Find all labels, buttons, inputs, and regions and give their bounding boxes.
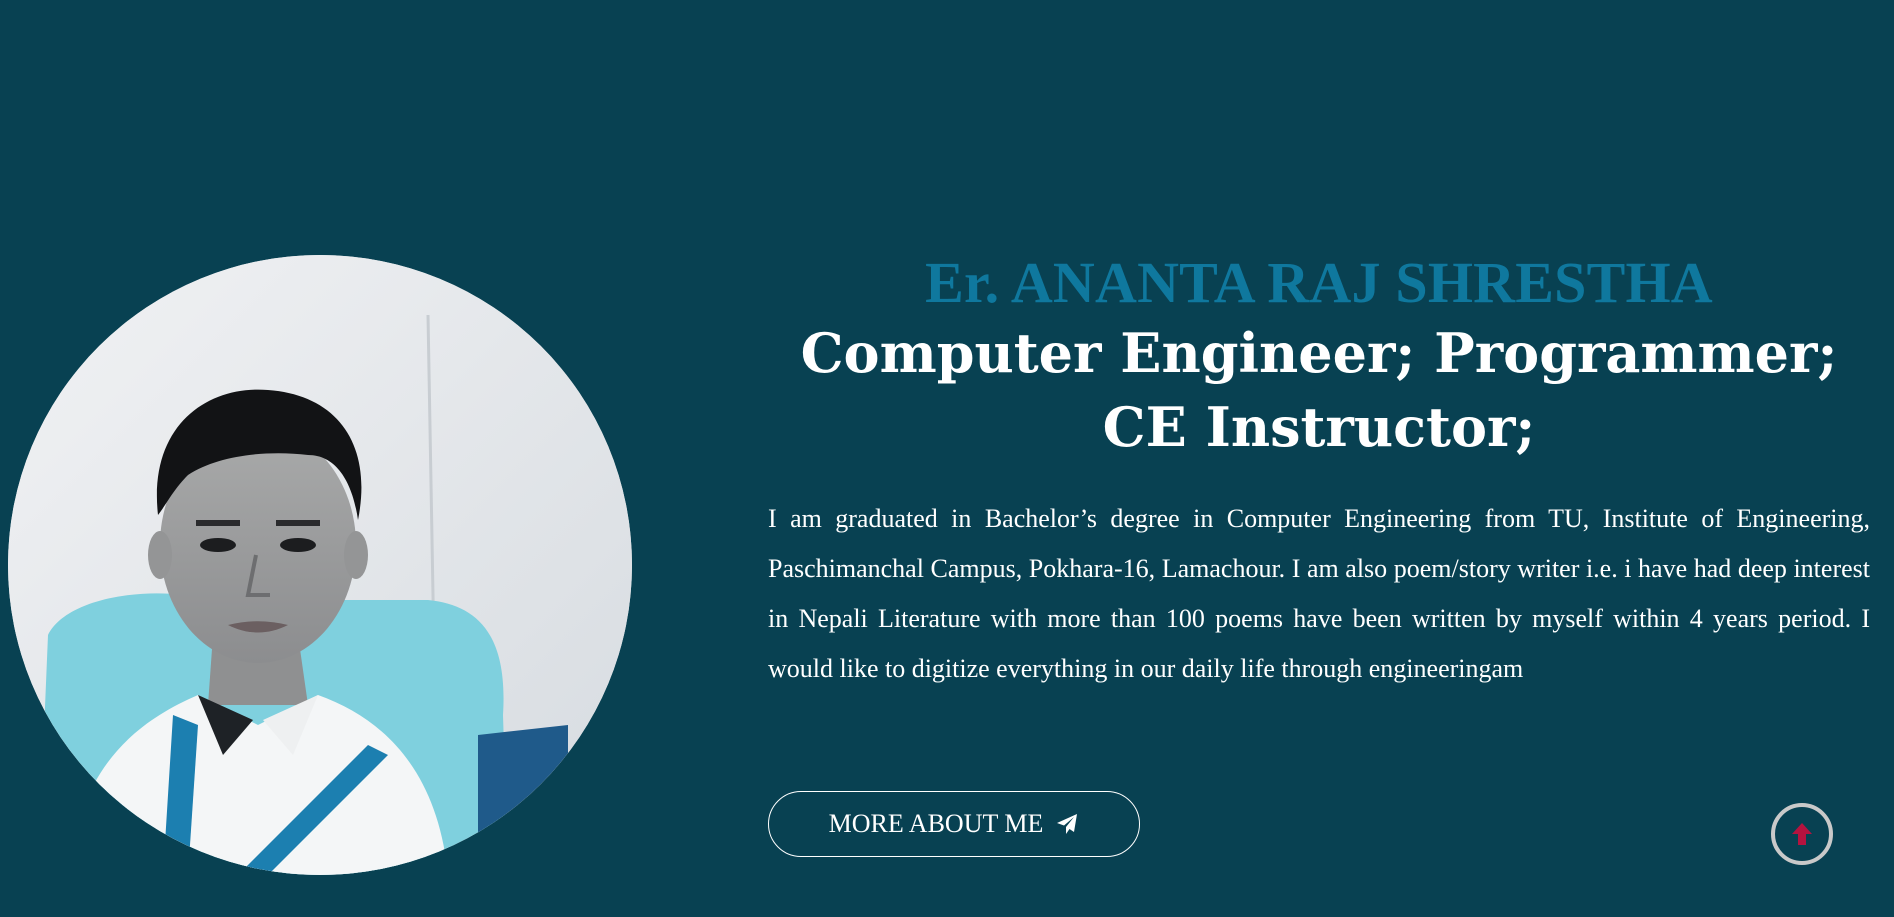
scroll-to-top-button[interactable] [1771,803,1833,865]
arrow-up-icon [1789,821,1815,847]
intro-section: Er. ANANTA RAJ SHRESTHA Computer Enginee… [768,250,1870,694]
more-about-me-label: MORE ABOUT ME [828,809,1044,838]
profile-bio: I am graduated in Bachelor’s degree in C… [768,504,1870,683]
profile-photo-image [8,255,632,875]
profile-photo [8,255,632,875]
more-about-me-button[interactable]: MORE ABOUT ME [768,791,1140,857]
paper-plane-icon [1055,812,1079,836]
profile-name: Er. ANANTA RAJ SHRESTHA [925,250,1713,315]
profile-roles: Computer Engineer; Programmer; CE Instru… [800,321,1838,459]
